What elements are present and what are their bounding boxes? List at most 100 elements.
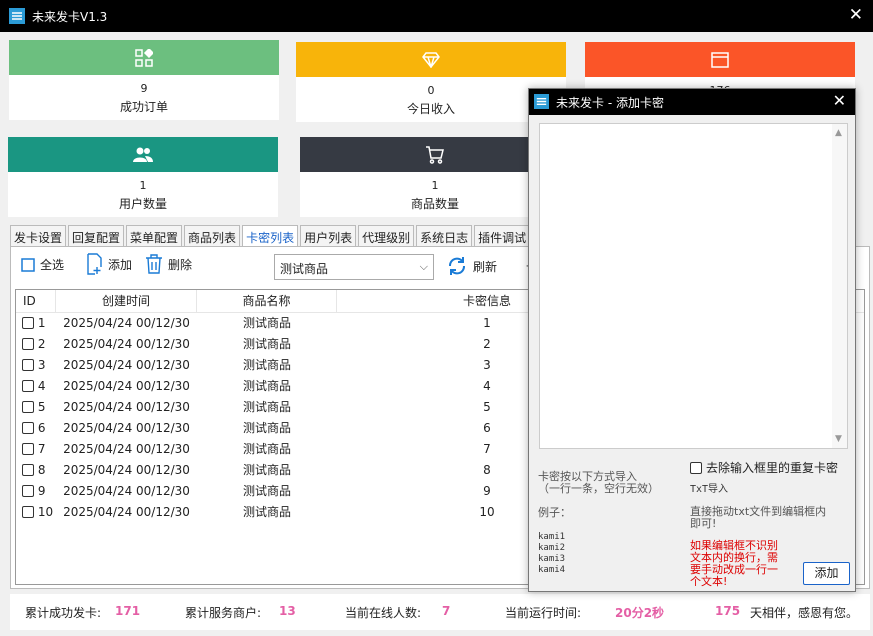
- example-list: kami1 kami2 kami3 kami4: [538, 532, 565, 576]
- card-label: 成功订单: [119, 100, 168, 114]
- row-id-cell: 8: [22, 460, 56, 481]
- card-value: 0: [427, 84, 435, 97]
- trash-icon: [146, 254, 162, 274]
- refresh-label: 刷新: [473, 259, 498, 274]
- row-created: 2025/04/24 00/12/30: [63, 358, 190, 372]
- title-bar: 未来发卡V1.3 ✕: [0, 0, 873, 32]
- delete-label: 删除: [168, 257, 193, 272]
- row-created: 2025/04/24 00/12/30: [63, 337, 190, 351]
- example-label: 例子：: [538, 506, 571, 519]
- row-id: 4: [37, 379, 46, 393]
- row-checkbox[interactable]: [22, 380, 34, 392]
- example-item: kami3: [538, 554, 566, 564]
- dialog-close-icon[interactable]: ✕: [833, 91, 846, 110]
- users-icon: [133, 147, 153, 162]
- tab-menu-config[interactable]: 菜单配置: [126, 225, 183, 247]
- txt-import-button[interactable]: TxT导入: [690, 484, 728, 495]
- tab-user-list[interactable]: 用户列表: [300, 225, 357, 247]
- diamond-icon: [422, 51, 440, 68]
- card-today-income: 0 今日收入: [296, 42, 566, 122]
- tab-product-list[interactable]: 商品列表: [184, 225, 241, 247]
- dialog-add-button[interactable]: 添加: [803, 562, 850, 585]
- row-id: 1: [37, 316, 46, 330]
- row-id: 5: [37, 400, 46, 414]
- col-created[interactable]: 创建时间: [56, 290, 197, 312]
- card-header: [585, 42, 855, 77]
- row-checkbox[interactable]: [22, 464, 34, 476]
- select-all-button[interactable]: 全选: [21, 256, 64, 273]
- add-file-icon: [87, 253, 102, 275]
- row-created: 2025/04/24 00/12/30: [63, 442, 190, 456]
- row-id-cell: 1: [22, 313, 56, 334]
- row-checkbox[interactable]: [22, 401, 34, 413]
- window-icon: [711, 51, 729, 68]
- row-id: 2: [37, 337, 46, 351]
- issued-value: 171: [115, 604, 141, 618]
- row-checkbox[interactable]: [22, 422, 34, 434]
- add-label: 添加: [108, 257, 133, 272]
- row-id-cell: 5: [22, 397, 56, 418]
- tab-card-settings[interactable]: 发卡设置: [10, 225, 67, 247]
- card-value: 9: [140, 82, 148, 95]
- add-card-dialog: 未来发卡 - 添加卡密 ✕ ▲ ▼ 去除输入框里的重复卡密 卡密按以下方式导入 …: [528, 88, 856, 592]
- runtime-label: 当前运行时间:: [505, 606, 582, 620]
- drag-hint-line: 即可!: [690, 517, 717, 530]
- example-item: kami4: [538, 565, 566, 575]
- row-id-cell: 7: [22, 439, 56, 460]
- row-id: 6: [37, 421, 46, 435]
- delete-button[interactable]: 删除: [145, 254, 192, 274]
- checkbox-icon: [21, 257, 35, 272]
- row-id: 7: [37, 442, 46, 456]
- scroll-down-icon[interactable]: ▼: [835, 434, 842, 444]
- card-label: 今日收入: [406, 102, 455, 116]
- card-header: [9, 40, 279, 75]
- days-count: 175: [715, 604, 741, 618]
- cart-icon: [426, 145, 444, 164]
- app-logo-icon: [534, 94, 549, 109]
- row-checkbox[interactable]: [22, 359, 34, 371]
- row-product: 测试商品: [242, 316, 291, 330]
- col-id[interactable]: ID: [16, 290, 56, 312]
- row-product: 测试商品: [242, 505, 291, 519]
- col-product[interactable]: 商品名称: [197, 290, 337, 312]
- refresh-button[interactable]: 刷新: [446, 255, 497, 277]
- row-id: 9: [37, 484, 46, 498]
- scrollbar[interactable]: ▲ ▼: [832, 124, 847, 448]
- card-user-count: 1 用户数量: [8, 137, 278, 217]
- close-icon[interactable]: ✕: [849, 5, 863, 25]
- tab-plugin-debug[interactable]: 插件调试: [474, 225, 531, 247]
- row-product: 测试商品: [242, 484, 291, 498]
- card-header: [8, 137, 278, 172]
- card-success-orders: 9 成功订单: [9, 40, 279, 120]
- row-id: 8: [37, 463, 46, 477]
- tab-agent-level[interactable]: 代理级别: [358, 225, 415, 247]
- add-button[interactable]: 添加: [85, 253, 132, 275]
- row-checkbox[interactable]: [22, 443, 34, 455]
- row-checkbox[interactable]: [22, 506, 34, 518]
- card-label: 用户数量: [118, 197, 167, 211]
- card-input-textarea[interactable]: ▲ ▼: [539, 123, 848, 449]
- row-checkbox[interactable]: [22, 485, 34, 497]
- row-created: 2025/04/24 00/12/30: [63, 379, 190, 393]
- row-product: 测试商品: [242, 379, 291, 393]
- dedupe-label: 去除输入框里的重复卡密: [706, 461, 839, 475]
- dedupe-checkbox[interactable]: 去除输入框里的重复卡密: [690, 459, 838, 476]
- scroll-up-icon[interactable]: ▲: [835, 128, 842, 138]
- row-id-cell: 3: [22, 355, 56, 376]
- tab-reply-config[interactable]: 回复配置: [68, 225, 125, 247]
- row-checkbox[interactable]: [22, 317, 34, 329]
- row-checkbox[interactable]: [22, 338, 34, 350]
- example-item: kami2: [538, 543, 566, 553]
- tab-system-log[interactable]: 系统日志: [416, 225, 473, 247]
- product-select[interactable]: 测试商品 ⌵: [274, 254, 434, 280]
- tab-card-list[interactable]: 卡密列表: [242, 225, 299, 248]
- online-value: 7: [442, 604, 451, 618]
- row-product: 测试商品: [242, 463, 291, 477]
- row-created: 2025/04/24 00/12/30: [63, 421, 190, 435]
- merchants-label: 累计服务商户:: [185, 606, 262, 620]
- runtime-value: 20分2秒: [615, 606, 665, 620]
- row-created: 2025/04/24 00/12/30: [63, 400, 190, 414]
- row-id-cell: 6: [22, 418, 56, 439]
- row-created: 2025/04/24 00/12/30: [63, 463, 190, 477]
- row-product: 测试商品: [242, 358, 291, 372]
